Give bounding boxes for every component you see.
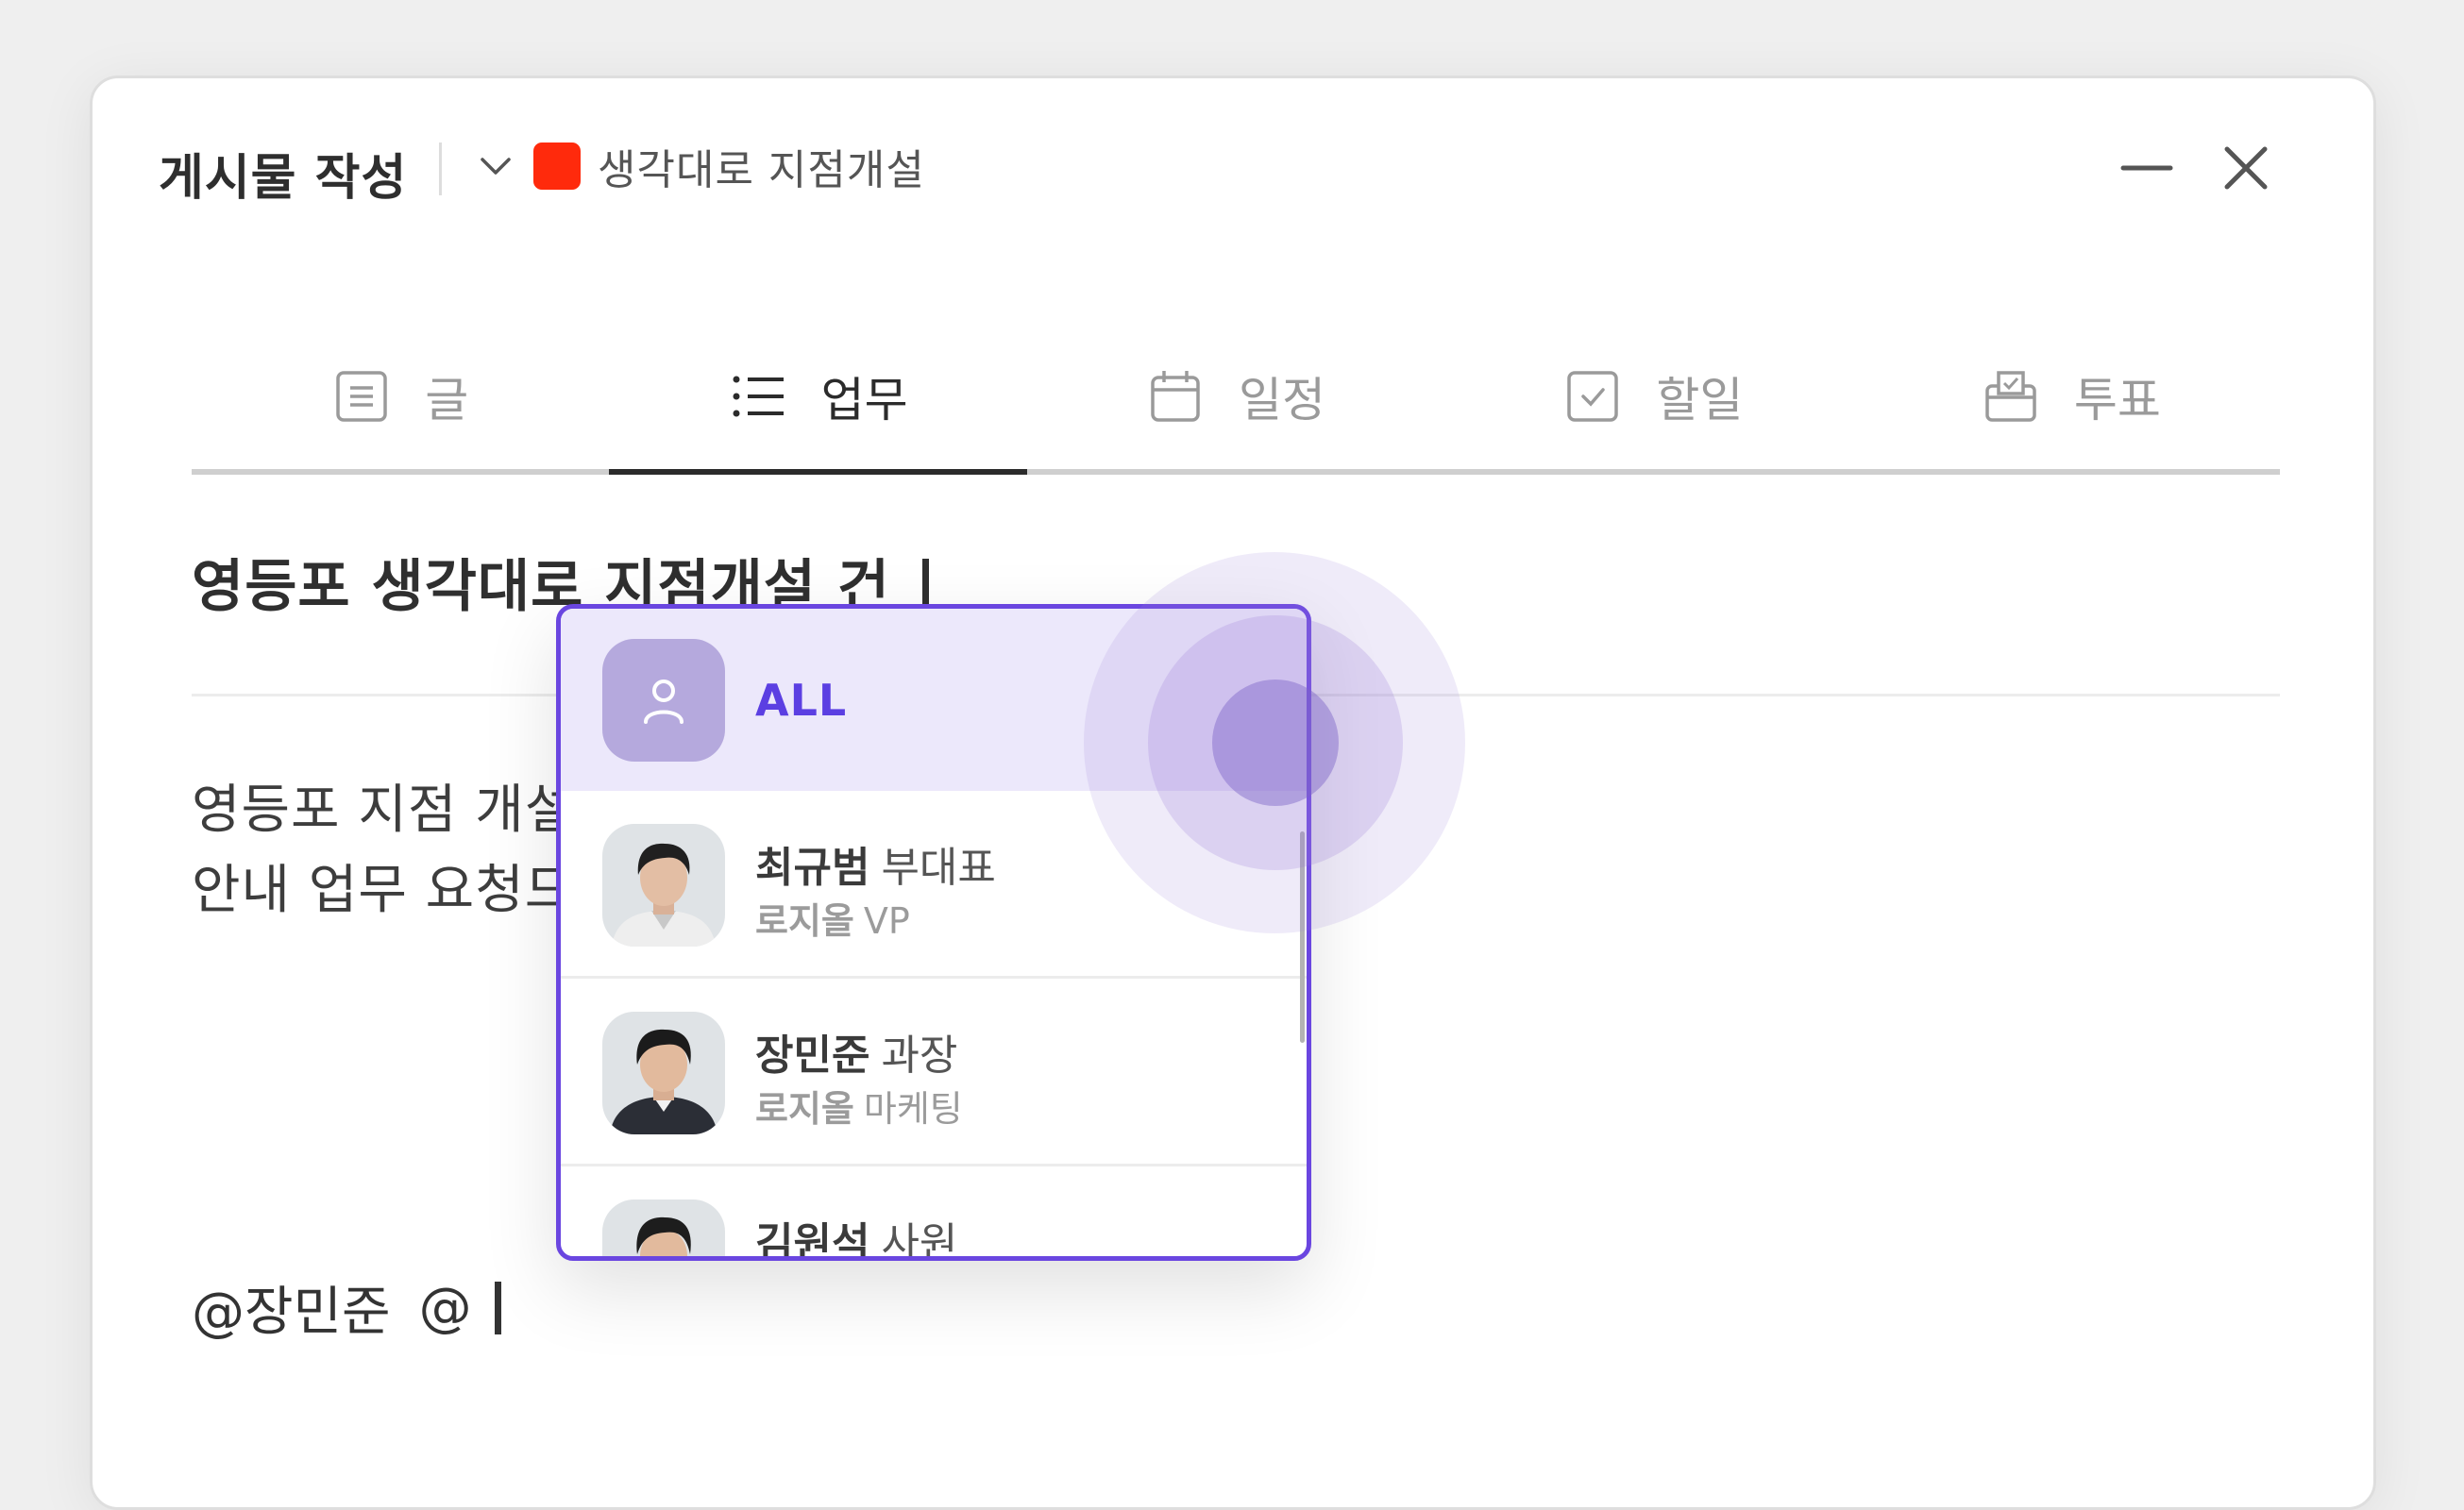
person-name: 김원석 사원 bbox=[755, 1219, 958, 1261]
avatar bbox=[602, 824, 725, 947]
person-name: 장민준 과장 bbox=[755, 1032, 958, 1080]
mention-tag: @장민준 bbox=[192, 1282, 391, 1343]
dropdown-scrollbar[interactable] bbox=[1300, 831, 1305, 1043]
group-name: 생각대로 지점개설 bbox=[598, 146, 925, 194]
tab-label: 투표 bbox=[2073, 373, 2161, 428]
window-title: 게시물 작성 bbox=[159, 150, 408, 207]
mention-option-all[interactable]: ALL bbox=[561, 609, 1307, 791]
group-color-swatch bbox=[533, 143, 581, 190]
tab-schedule[interactable]: 일정 bbox=[1027, 324, 1444, 469]
document-icon bbox=[336, 371, 387, 422]
body-text-line[interactable]: 안내 업무 요청드 bbox=[192, 847, 574, 924]
tab-label: 할일 bbox=[1656, 373, 1744, 428]
tab-vote[interactable]: 투표 bbox=[1863, 324, 2280, 469]
avatar bbox=[602, 1200, 725, 1256]
tab-todo[interactable]: 할일 bbox=[1444, 324, 1862, 469]
checkbox-icon bbox=[1567, 371, 1619, 422]
person-org: 로지올 마케팅 bbox=[755, 1088, 963, 1130]
mention-option[interactable]: 김원석 사원 bbox=[561, 1169, 1307, 1261]
mention-trigger: @ bbox=[418, 1277, 472, 1338]
text-caret bbox=[494, 1281, 501, 1334]
user-icon bbox=[644, 680, 684, 724]
tab-post[interactable]: 글 bbox=[192, 324, 609, 469]
close-icon[interactable] bbox=[2218, 140, 2274, 196]
avatar bbox=[602, 1012, 725, 1134]
mention-line[interactable]: @장민준 @ bbox=[192, 1269, 501, 1346]
mention-dropdown: ALL 최규범 부대표 로지올 VP 장민준 과장 로지올 마케팅 김원석 사원 bbox=[556, 604, 1311, 1261]
tab-label: 글 bbox=[425, 373, 469, 428]
calendar-icon bbox=[1151, 371, 1200, 422]
post-type-tabs: 글 업무 일정 할일 투표 bbox=[192, 324, 2280, 475]
body-text-line[interactable]: 영등포 지점 개설 bbox=[192, 767, 574, 844]
avatar bbox=[602, 639, 725, 762]
mention-all-label: ALL bbox=[755, 675, 848, 726]
chevron-down-icon bbox=[481, 158, 511, 175]
tab-label: 일정 bbox=[1239, 373, 1326, 428]
tab-task[interactable]: 업무 bbox=[609, 324, 1028, 475]
tab-label: 업무 bbox=[820, 373, 908, 428]
person-name: 최규범 부대표 bbox=[755, 844, 996, 892]
mention-option[interactable]: 최규범 부대표 로지올 VP bbox=[561, 794, 1307, 979]
person-photo bbox=[602, 1012, 725, 1134]
person-photo bbox=[602, 1200, 725, 1256]
minimize-icon[interactable] bbox=[2118, 140, 2175, 196]
mention-option[interactable]: 장민준 과장 로지올 마케팅 bbox=[561, 982, 1307, 1166]
person-org: 로지올 VP bbox=[755, 900, 910, 942]
ballot-box-icon bbox=[1985, 371, 2036, 422]
title-divider bbox=[439, 143, 442, 195]
group-selector[interactable]: 생각대로 지점개설 bbox=[475, 133, 925, 199]
person-photo bbox=[602, 824, 725, 947]
list-icon bbox=[733, 376, 784, 417]
